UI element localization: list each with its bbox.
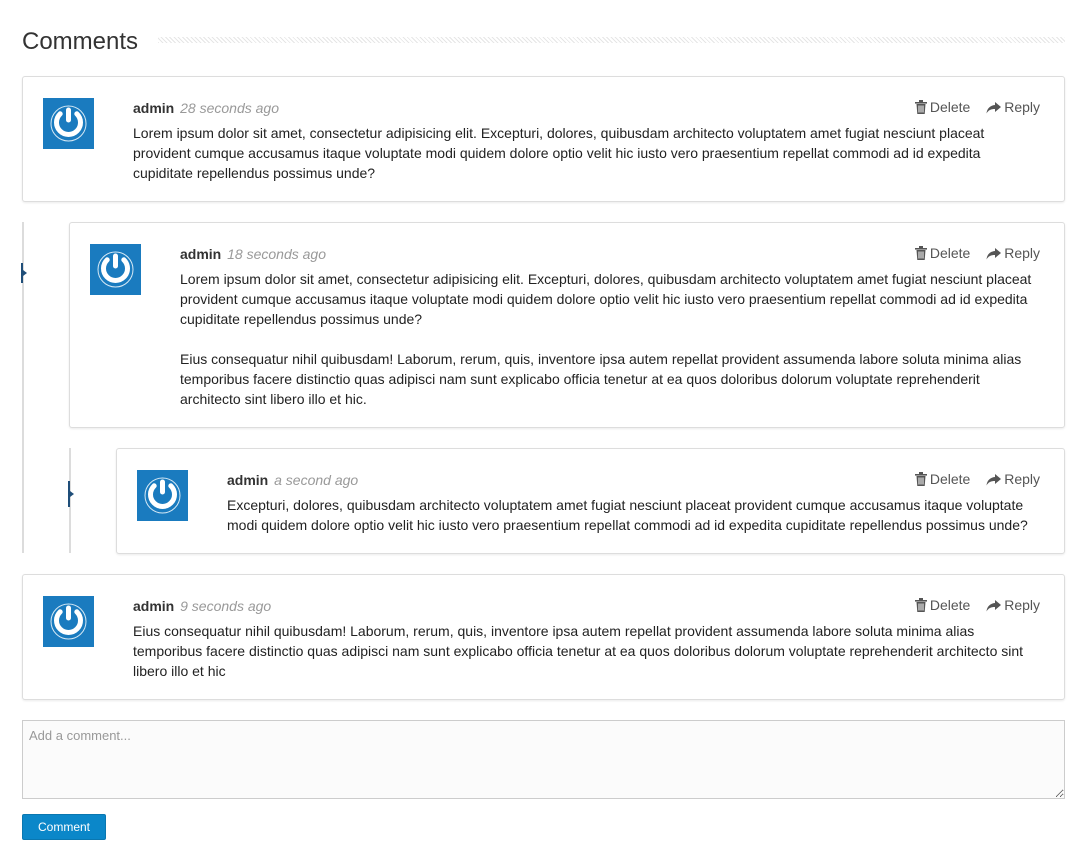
reply-button[interactable]: Reply bbox=[986, 244, 1040, 262]
reply-label: Reply bbox=[1004, 99, 1040, 115]
thread-marker-level-1 bbox=[21, 263, 27, 283]
trash-icon bbox=[914, 598, 927, 612]
share-arrow-icon bbox=[986, 102, 1002, 114]
trash-icon bbox=[914, 472, 927, 486]
page-title: Comments bbox=[22, 28, 139, 55]
reply-label: Reply bbox=[1004, 597, 1040, 613]
comments-header: Comments bbox=[22, 26, 1065, 58]
avatar[interactable] bbox=[43, 596, 94, 647]
comment-body: Eius consequatur nihil quibusdam! Laboru… bbox=[133, 621, 1044, 681]
delete-button[interactable]: Delete bbox=[914, 244, 971, 262]
comment-paragraph: Lorem ipsum dolor sit amet, consectetur … bbox=[133, 125, 985, 181]
comment-timestamp: 28 seconds ago bbox=[180, 100, 279, 116]
comment-timestamp: a second ago bbox=[274, 472, 359, 488]
share-arrow-icon bbox=[986, 474, 1002, 486]
comment-author[interactable]: admin bbox=[133, 598, 174, 614]
comment-body: Excepturi, dolores, quibusdam architecto… bbox=[227, 495, 1044, 535]
avatar[interactable] bbox=[43, 98, 94, 149]
delete-button[interactable]: Delete bbox=[914, 596, 971, 614]
delete-label: Delete bbox=[929, 245, 971, 261]
comment-author[interactable]: admin bbox=[180, 246, 221, 262]
delete-button[interactable]: Delete bbox=[914, 98, 971, 116]
delete-label: Delete bbox=[929, 597, 971, 613]
share-arrow-icon bbox=[986, 248, 1002, 260]
comment-paragraph: Lorem ipsum dolor sit amet, consectetur … bbox=[180, 271, 1032, 327]
comment-timestamp: 9 seconds ago bbox=[180, 598, 272, 614]
comment-paragraph: Eius consequatur nihil quibusdam! Laboru… bbox=[180, 351, 1022, 407]
reply-button[interactable]: Reply bbox=[986, 470, 1040, 488]
comment-body: Lorem ipsum dolor sit amet, consectetur … bbox=[180, 269, 1044, 409]
power-icon bbox=[50, 603, 87, 640]
power-icon bbox=[50, 105, 87, 142]
reply-label: Reply bbox=[1004, 471, 1040, 487]
reply-button[interactable]: Reply bbox=[986, 596, 1040, 614]
trash-icon bbox=[914, 246, 927, 260]
avatar[interactable] bbox=[137, 470, 188, 521]
power-icon bbox=[97, 251, 134, 288]
delete-label: Delete bbox=[929, 99, 971, 115]
header-divider bbox=[158, 37, 1065, 43]
delete-button[interactable]: Delete bbox=[914, 470, 971, 488]
comment-paragraph: Excepturi, dolores, quibusdam architecto… bbox=[227, 497, 1028, 533]
avatar[interactable] bbox=[90, 244, 141, 295]
comment-body: Lorem ipsum dolor sit amet, consectetur … bbox=[133, 123, 1044, 183]
comment-card: admin 9 seconds ago Delete Reply Eius co… bbox=[22, 574, 1065, 700]
comment-timestamp: 18 seconds ago bbox=[227, 246, 326, 262]
delete-label: Delete bbox=[929, 471, 971, 487]
power-icon bbox=[144, 477, 181, 514]
comment-author[interactable]: admin bbox=[133, 100, 174, 116]
reply-label: Reply bbox=[1004, 245, 1040, 261]
trash-icon bbox=[914, 100, 927, 114]
comment-card: admin a second ago Delete Reply Exceptur… bbox=[116, 448, 1065, 554]
comment-paragraph: Eius consequatur nihil quibusdam! Laboru… bbox=[133, 623, 1024, 679]
comment-card: admin 18 seconds ago Delete Reply Lorem … bbox=[69, 222, 1065, 428]
comment-card: admin 28 seconds ago Delete Reply Lorem … bbox=[22, 76, 1065, 202]
comment-author[interactable]: admin bbox=[227, 472, 268, 488]
comment-submit-button[interactable]: Comment bbox=[22, 814, 106, 840]
reply-button[interactable]: Reply bbox=[986, 98, 1040, 116]
comment-input[interactable] bbox=[22, 720, 1065, 799]
thread-marker-level-2 bbox=[68, 481, 74, 507]
share-arrow-icon bbox=[986, 600, 1002, 612]
